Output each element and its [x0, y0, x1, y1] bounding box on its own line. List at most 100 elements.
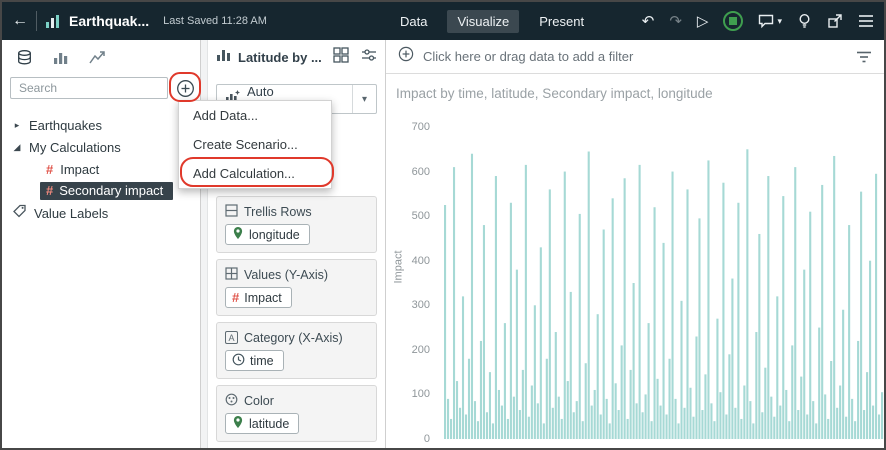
chip-time[interactable]: time: [225, 350, 284, 371]
chip-latitude[interactable]: latitude: [225, 413, 299, 434]
chart-area: Impact by time, latitude, Secondary impa…: [386, 74, 884, 447]
data-panel-tabs: [2, 40, 200, 74]
back-icon[interactable]: ←: [12, 12, 28, 30]
y-tick-label: 700: [398, 121, 430, 133]
section-header: A Category (X-Axis): [225, 330, 368, 345]
section-header: Values (Y-Axis): [225, 267, 368, 282]
y-tick-label: 500: [398, 210, 430, 222]
chevron-down-icon[interactable]: ▾: [352, 85, 376, 113]
menu-item-create-scenario[interactable]: Create Scenario...: [179, 130, 331, 159]
y-tick-label: 100: [398, 388, 430, 400]
measure-hash-icon: #: [46, 183, 53, 198]
tree-item-earthquakes[interactable]: ▸ Earthquakes: [2, 114, 200, 136]
y-tick-label: 400: [398, 255, 430, 267]
mode-tabs: Data Visualize Present: [390, 2, 594, 40]
measure-hash-icon: #: [232, 290, 239, 305]
tree-label: Value Labels: [34, 206, 108, 221]
preview-play-icon[interactable]: ▷: [697, 14, 709, 29]
tree-item-impact[interactable]: # Impact: [2, 158, 200, 180]
add-filter-icon: [398, 46, 414, 67]
visualizations-icon[interactable]: [53, 49, 69, 70]
y-tick-label: 300: [398, 299, 430, 311]
viz-header-icons: [333, 47, 377, 68]
tree-label: Secondary impact: [59, 183, 163, 198]
topbar: ← Earthquak... Last Saved 11:28 AM Data …: [2, 2, 884, 40]
add-context-menu: Add Data... Create Scenario... Add Calcu…: [178, 100, 332, 189]
y-tick-label: 600: [398, 166, 430, 178]
location-pin-icon: [232, 226, 244, 243]
tree-item-my-calculations[interactable]: ◢ My Calculations: [2, 136, 200, 158]
location-pin-icon: [232, 415, 244, 432]
properties-sliders-icon[interactable]: [361, 47, 377, 68]
values-grid-icon: [225, 267, 238, 283]
expanded-arrow-icon[interactable]: ◢: [12, 142, 22, 153]
section-title: Values (Y-Axis): [244, 268, 328, 282]
tree-label: My Calculations: [29, 140, 121, 155]
selected-tree-item[interactable]: # Secondary impact: [40, 182, 173, 200]
insights-lightbulb-icon[interactable]: [797, 13, 812, 29]
last-saved-status: Last Saved 11:28 AM: [163, 15, 267, 27]
comments-caret-icon: ▾: [777, 17, 782, 26]
topbar-actions: ↶ ↷ ▷ ▾: [642, 2, 874, 40]
undo-icon[interactable]: ↶: [642, 14, 655, 29]
filter-bar[interactable]: Click here or drag data to add a filter: [386, 40, 884, 74]
stop-refresh-icon[interactable]: [723, 11, 743, 31]
analytics-trend-icon[interactable]: [89, 50, 106, 70]
main-content: ▸ Earthquakes ◢ My Calculations # Impact…: [2, 40, 884, 448]
redo-icon[interactable]: ↷: [669, 14, 682, 29]
trellis-rows-icon: [225, 204, 238, 220]
tab-data[interactable]: Data: [390, 10, 437, 33]
search-input[interactable]: [10, 77, 168, 99]
chip-label: longitude: [249, 228, 300, 242]
chip-label: Impact: [244, 291, 282, 305]
tree-item-secondary-impact[interactable]: # Secondary impact: [2, 180, 200, 202]
menu-item-add-calculation[interactable]: Add Calculation...: [179, 159, 331, 188]
tree-label: Impact: [60, 162, 99, 177]
workbook-title: Earthquak...: [69, 13, 149, 29]
chip-label: time: [250, 354, 274, 368]
measure-hash-icon: #: [46, 162, 53, 177]
section-title: Trellis Rows: [244, 205, 312, 219]
viz-type-icon: [216, 47, 231, 67]
section-category-x-axis[interactable]: A Category (X-Axis) time: [216, 322, 377, 379]
tag-icon: [12, 204, 27, 222]
topbar-left: ← Earthquak... Last Saved 11:28 AM: [2, 11, 267, 31]
clock-icon: [232, 353, 245, 369]
tab-visualize[interactable]: Visualize: [447, 10, 519, 33]
add-data-button[interactable]: [176, 79, 195, 98]
y-tick-label: 0: [398, 433, 430, 445]
app-window: ← Earthquak... Last Saved 11:28 AM Data …: [0, 0, 886, 450]
section-title: Category (X-Axis): [244, 331, 343, 345]
section-color[interactable]: Color latitude: [216, 385, 377, 442]
menu-item-add-data[interactable]: Add Data...: [179, 101, 331, 130]
chip-longitude[interactable]: longitude: [225, 224, 310, 245]
workbook-chart-icon: [45, 13, 61, 29]
color-palette-icon: [225, 393, 238, 409]
section-values-y-axis[interactable]: Values (Y-Axis) # Impact: [216, 259, 377, 316]
filter-options-icon[interactable]: [856, 50, 872, 64]
y-axis-ticks: 700 600 500 400 300 200 100 0: [398, 121, 430, 445]
visualization-canvas: Click here or drag data to add a filter …: [386, 40, 884, 448]
collapsed-arrow-icon[interactable]: ▸: [12, 120, 22, 131]
data-tree: ▸ Earthquakes ◢ My Calculations # Impact…: [2, 114, 200, 224]
section-title: Color: [244, 394, 274, 408]
data-sources-icon[interactable]: [16, 49, 33, 71]
filter-prompt: Click here or drag data to add a filter: [423, 49, 633, 64]
grammar-sections: Trellis Rows longitude Values (: [208, 196, 385, 442]
tab-present[interactable]: Present: [529, 10, 594, 33]
viz-header: Latitude by ...: [208, 40, 385, 74]
hamburger-menu-icon[interactable]: [858, 14, 874, 28]
section-header: Trellis Rows: [225, 204, 368, 219]
comments-icon[interactable]: ▾: [758, 14, 782, 29]
tree-label: Earthquakes: [29, 118, 102, 133]
section-trellis-rows[interactable]: Trellis Rows longitude: [216, 196, 377, 253]
search-row: [2, 74, 200, 104]
export-icon[interactable]: [827, 13, 843, 29]
chip-label: latitude: [249, 417, 289, 431]
y-tick-label: 200: [398, 344, 430, 356]
impact-chart-plot[interactable]: [444, 127, 884, 439]
tree-item-value-labels[interactable]: Value Labels: [2, 202, 200, 224]
chip-impact[interactable]: # Impact: [225, 287, 292, 308]
topbar-divider: [36, 11, 37, 31]
swap-layout-icon[interactable]: [333, 47, 349, 68]
